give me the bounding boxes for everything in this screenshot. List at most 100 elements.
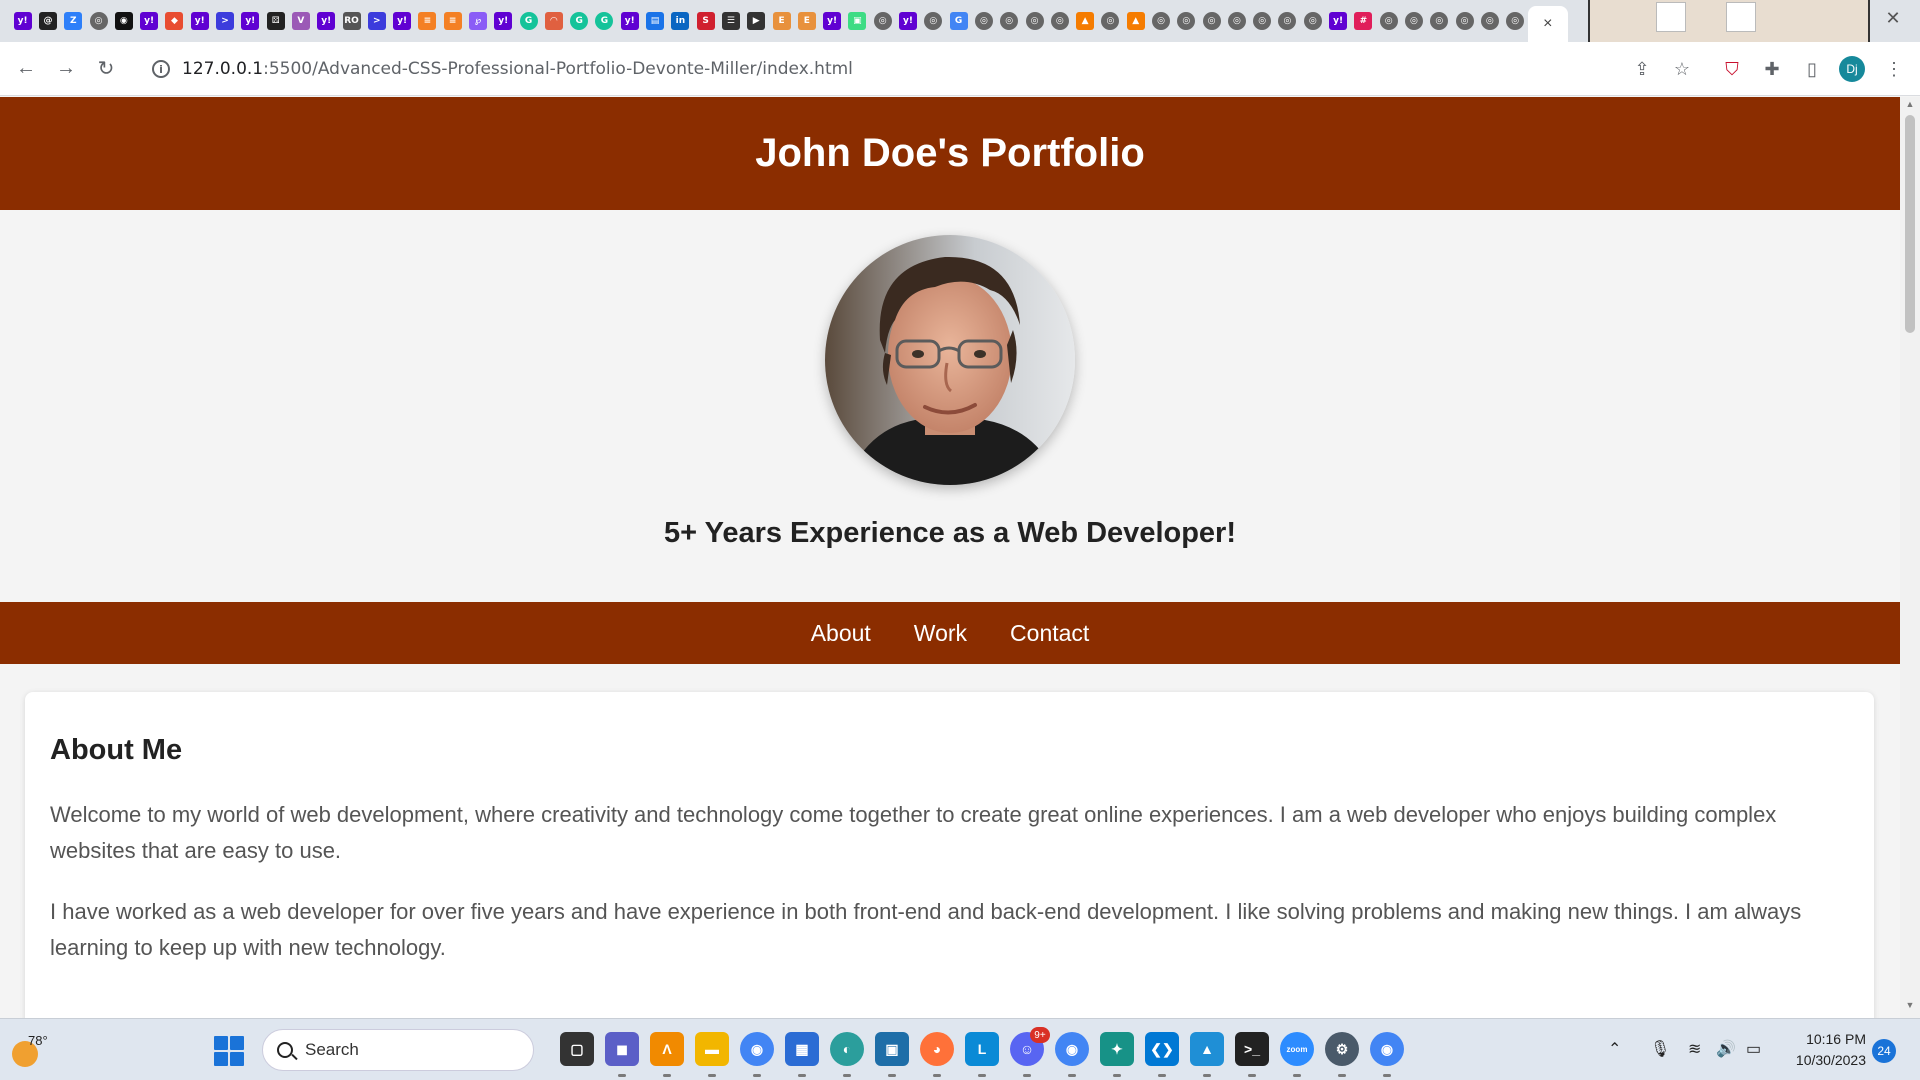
file-explorer-icon[interactable]: ▬	[695, 1032, 729, 1066]
browser-tab[interactable]: ◎	[870, 0, 895, 42]
browser-tab[interactable]: y!	[617, 0, 642, 42]
chevron-up-icon[interactable]: ⌃	[1608, 1039, 1621, 1059]
site-info-icon[interactable]: i	[152, 60, 170, 78]
browser-tab[interactable]: ▣	[845, 0, 870, 42]
browser-tab[interactable]: ◎	[1174, 0, 1199, 42]
browser-tab[interactable]: ▤	[642, 0, 667, 42]
browser-tab[interactable]: G	[592, 0, 617, 42]
browser-tab[interactable]: >	[364, 0, 389, 42]
nav-link-about[interactable]: About	[811, 620, 871, 647]
browser-tab[interactable]: ◎	[1098, 0, 1123, 42]
chrome-icon[interactable]: ◉	[1055, 1032, 1089, 1066]
reload-button[interactable]: ↻	[88, 51, 124, 87]
browser-tab[interactable]: y!	[10, 0, 35, 42]
browser-tab[interactable]: #	[1351, 0, 1376, 42]
back-button[interactable]: ←	[8, 51, 44, 87]
extension-shield-icon[interactable]: ⛉	[1718, 55, 1746, 83]
browser-tab[interactable]: V	[288, 0, 313, 42]
address-bar[interactable]: i 127.0.0.1:5500/Advanced-CSS-Profession…	[138, 49, 1618, 89]
browser-tab[interactable]: ◆	[162, 0, 187, 42]
browser-tab[interactable]: ◎	[1199, 0, 1224, 42]
browser-tab[interactable]: G	[946, 0, 971, 42]
clock-time[interactable]: 10:16 PM	[1802, 1031, 1866, 1047]
l-icon[interactable]: L	[965, 1032, 999, 1066]
share-icon[interactable]: ⇪	[1628, 55, 1656, 83]
browser-tab[interactable]: ◎	[1047, 0, 1072, 42]
browser-tab[interactable]: ◎	[1275, 0, 1300, 42]
nav-link-contact[interactable]: Contact	[1010, 620, 1089, 647]
taskbar-search[interactable]: Search	[262, 1029, 534, 1071]
browser-tab[interactable]: ▶	[744, 0, 769, 42]
chrome-icon[interactable]: ◉	[740, 1032, 774, 1066]
browser-tab[interactable]: ◎	[1401, 0, 1426, 42]
weather-widget[interactable]: 78°	[10, 1031, 56, 1069]
firefox-icon[interactable]: ◕	[920, 1032, 954, 1066]
browser-tab[interactable]: ▲	[1123, 0, 1148, 42]
browser-tab[interactable]: ◉	[111, 0, 136, 42]
settings-icon[interactable]: ⚙	[1325, 1032, 1359, 1066]
browser-tab[interactable]: >	[212, 0, 237, 42]
active-tab-close-button[interactable]: ×	[1527, 6, 1568, 42]
vscode-icon[interactable]: ❮❯	[1145, 1032, 1179, 1066]
browser-tab[interactable]: y!	[136, 0, 161, 42]
store-icon[interactable]: ▦	[785, 1032, 819, 1066]
battery-icon[interactable]: ▭	[1746, 1039, 1761, 1059]
browser-tab[interactable]: S	[693, 0, 718, 42]
browser-tab[interactable]: y!	[491, 0, 516, 42]
forward-button[interactable]: →	[48, 51, 84, 87]
browser-tab[interactable]: ◎	[1452, 0, 1477, 42]
browser-tab[interactable]: E	[794, 0, 819, 42]
browser-tab[interactable]: y!	[238, 0, 263, 42]
browser-tab[interactable]: ◎	[1376, 0, 1401, 42]
kebab-menu-icon[interactable]: ⋮	[1880, 55, 1908, 83]
browser-tab[interactable]: G	[567, 0, 592, 42]
scroll-down-arrow-icon[interactable]: ▼	[1900, 1000, 1920, 1016]
nav-link-work[interactable]: Work	[914, 620, 967, 647]
gitkraken-icon[interactable]: ✦	[1100, 1032, 1134, 1066]
browser-tab[interactable]: G	[516, 0, 541, 42]
page-scrollbar[interactable]: ▲ ▼	[1900, 97, 1920, 1018]
browser-tab[interactable]: ◎	[1477, 0, 1502, 42]
microphone-icon[interactable]: 🎙	[1650, 1039, 1670, 1059]
scrollbar-thumb[interactable]	[1905, 115, 1915, 333]
browser-tab[interactable]: ◎	[1224, 0, 1249, 42]
extensions-puzzle-icon[interactable]: ✚	[1758, 55, 1786, 83]
browser-tab[interactable]: ☰	[718, 0, 743, 42]
browser-tab[interactable]: ◎	[1503, 0, 1528, 42]
task-view-icon[interactable]: ▢	[560, 1032, 594, 1066]
browser-tab[interactable]: ◎	[1427, 0, 1452, 42]
browser-tab[interactable]: ◎	[1148, 0, 1173, 42]
start-button[interactable]	[214, 1036, 244, 1066]
terminal-icon[interactable]: >_	[1235, 1032, 1269, 1066]
side-panel-icon[interactable]: ▯	[1798, 55, 1826, 83]
browser-tab[interactable]: ◎	[1250, 0, 1275, 42]
browser-tab[interactable]: ⚄	[263, 0, 288, 42]
browser-tab[interactable]: ◎	[1300, 0, 1325, 42]
browser-tab[interactable]: RO	[339, 0, 364, 42]
browser-tab[interactable]: ◎	[971, 0, 996, 42]
browser-tab[interactable]: ◎	[1022, 0, 1047, 42]
browser-tab[interactable]: ▲	[1072, 0, 1097, 42]
browser-tab[interactable]: y!	[895, 0, 920, 42]
browser-tab[interactable]: ◎	[997, 0, 1022, 42]
browser-tab[interactable]: ≡	[440, 0, 465, 42]
alteryx-icon[interactable]: Λ	[650, 1032, 684, 1066]
browser-tab[interactable]: y!	[187, 0, 212, 42]
browser-tab[interactable]: in	[668, 0, 693, 42]
wifi-icon[interactable]: ≋	[1688, 1039, 1701, 1059]
browser-tab[interactable]: ◠	[541, 0, 566, 42]
browser-tab[interactable]: y!	[1325, 0, 1350, 42]
chrome-icon[interactable]: ◉	[1370, 1032, 1404, 1066]
browser-tab[interactable]: ℘	[465, 0, 490, 42]
browser-tab[interactable]: E	[769, 0, 794, 42]
scroll-up-arrow-icon[interactable]: ▲	[1900, 99, 1920, 115]
rdp-icon[interactable]: ▣	[875, 1032, 909, 1066]
clock-date[interactable]: 10/30/2023	[1784, 1052, 1866, 1068]
bookmark-star-icon[interactable]: ☆	[1668, 55, 1696, 83]
browser-tab[interactable]: Z	[61, 0, 86, 42]
edge-icon[interactable]: ◐	[830, 1032, 864, 1066]
browser-tab[interactable]: ◎	[921, 0, 946, 42]
window-close-button[interactable]: ✕	[1878, 8, 1908, 32]
browser-tab[interactable]: @	[35, 0, 60, 42]
volume-icon[interactable]: 🔊	[1716, 1039, 1736, 1059]
